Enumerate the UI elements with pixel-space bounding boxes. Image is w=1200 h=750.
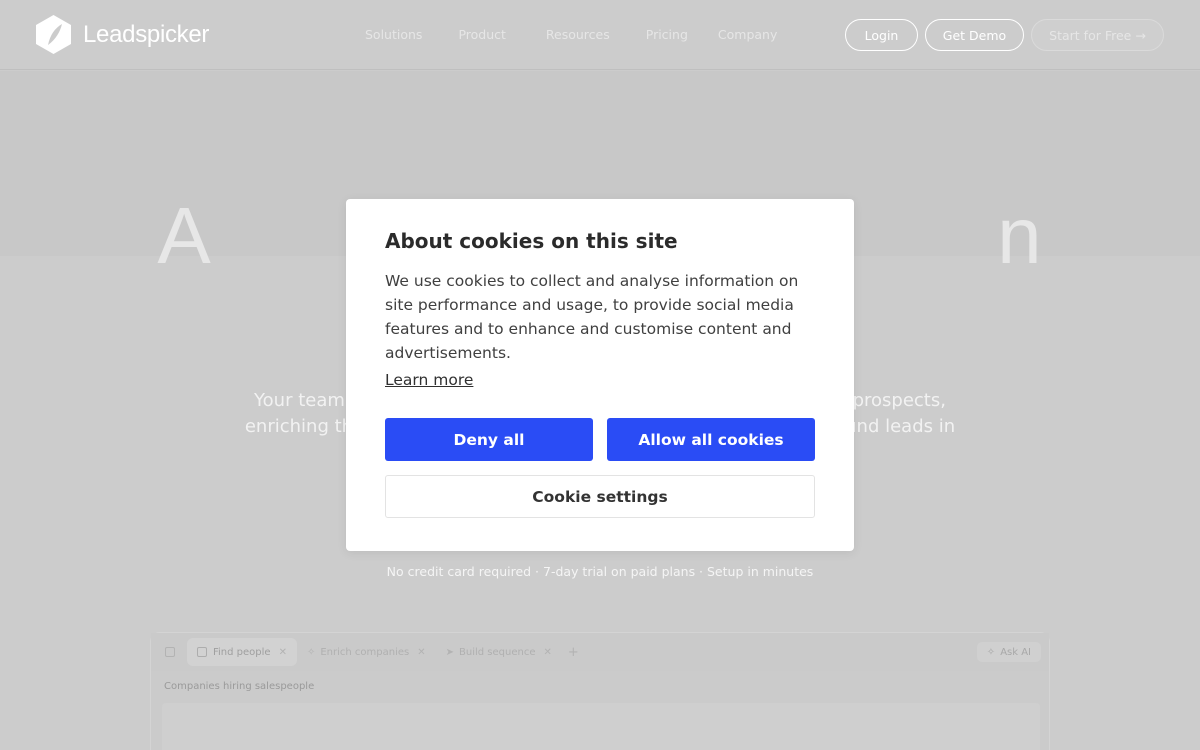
top-navbar: Leadspicker Solutions Product Resources … [0,0,1200,70]
sparkle-icon: ✧ [306,646,316,658]
start-for-free-button[interactable]: Start for Free → [1031,19,1164,51]
cookie-consent-dialog: About cookies on this site We use cookie… [346,199,854,551]
dialog-body: We use cookies to collect and analyse in… [385,272,799,362]
brand-logo[interactable]: Leadspicker [36,15,209,54]
database-icon [197,647,207,657]
ask-ai-button[interactable]: ✧ Ask AI [976,642,1041,662]
close-icon[interactable]: ✕ [417,647,425,658]
tab-label: Build sequence [459,646,536,658]
main-nav: Solutions Product Resources Pricing Comp… [365,27,777,42]
brand-name: Leadspicker [83,20,210,48]
app-tabbar: Find people ✕ ✧ Enrich companies ✕ ➤ Bui… [151,633,1049,671]
tab-label: Enrich companies [320,646,410,658]
nav-pricing[interactable]: Pricing [646,27,688,42]
tab-build-sequence[interactable]: ➤ Build sequence ✕ [436,638,562,666]
cookie-settings-button[interactable]: Cookie settings [385,475,815,518]
sparkle-icon: ✧ [986,646,996,658]
tab-enrich-companies[interactable]: ✧ Enrich companies ✕ [297,638,436,666]
deny-all-button[interactable]: Deny all [385,418,593,461]
tab-find-people[interactable]: Find people ✕ [187,638,297,666]
app-preview-card: Find people ✕ ✧ Enrich companies ✕ ➤ Bui… [150,632,1050,750]
nav-company[interactable]: Company [718,27,777,42]
nav-resources[interactable]: Resources [546,27,610,42]
ask-ai-label: Ask AI [1000,646,1031,658]
leadspicker-logo-icon [36,15,71,54]
allow-all-cookies-button[interactable]: Allow all cookies [607,418,815,461]
learn-more-link[interactable]: Learn more [385,371,473,389]
hero-note: No credit card required · 7-day trial on… [386,564,814,579]
login-button[interactable]: Login [845,19,918,51]
send-icon: ➤ [445,646,455,658]
nav-product[interactable]: Product [458,27,505,42]
tab-label: Find people [213,646,271,658]
close-icon[interactable]: ✕ [279,647,287,658]
section-label: Companies hiring salespeople [164,681,315,692]
dialog-title: About cookies on this site [385,229,678,253]
add-tab-icon[interactable]: + [568,645,579,660]
sidebar-toggle-icon[interactable] [165,647,175,657]
nav-solutions[interactable]: Solutions [365,27,422,42]
get-demo-button[interactable]: Get Demo [925,19,1024,51]
close-icon[interactable]: ✕ [544,647,552,658]
results-panel [162,703,1040,750]
